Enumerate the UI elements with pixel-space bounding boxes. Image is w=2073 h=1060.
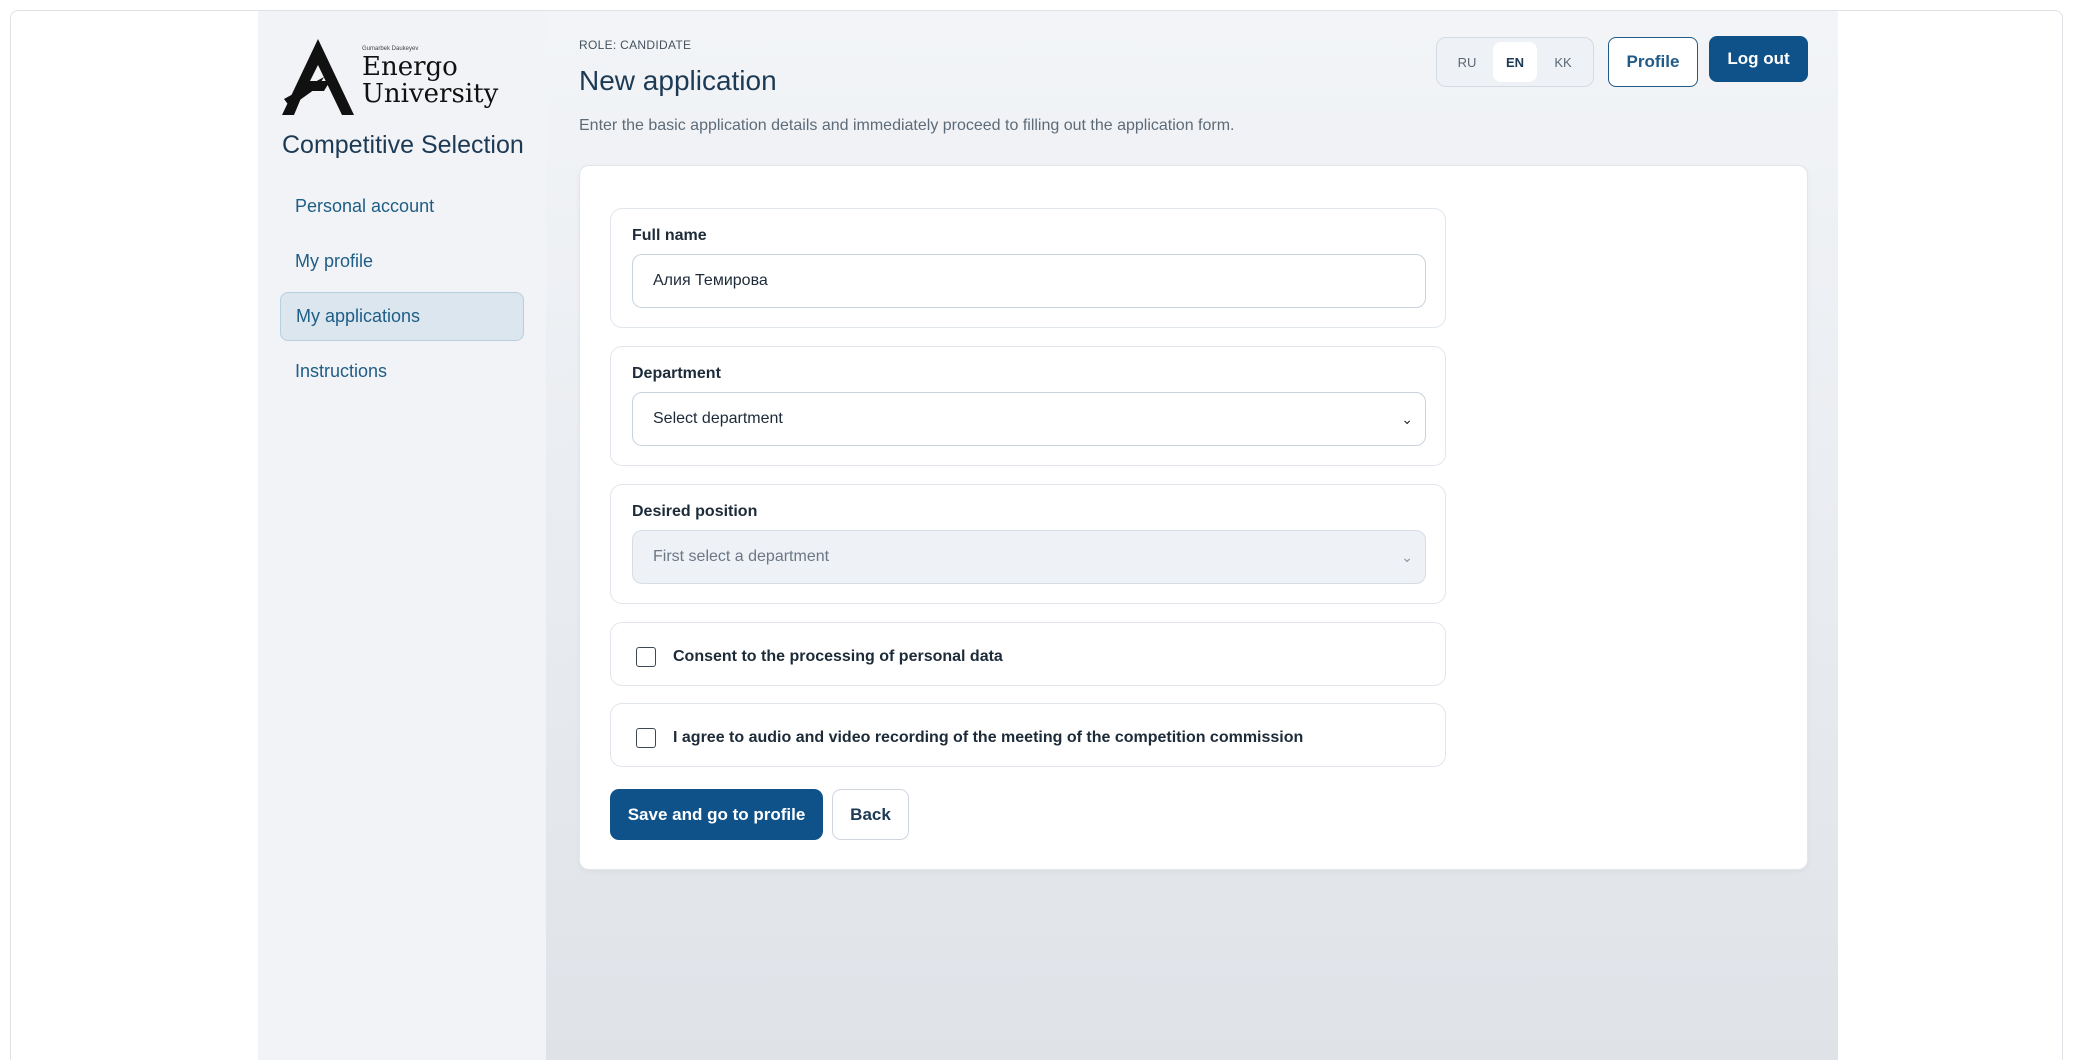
university-logo[interactable]: Gumarbek Daukeyev Energo University: [280, 37, 524, 117]
lang-kk-button[interactable]: KK: [1541, 42, 1585, 82]
full-name-group: Full name Алия Темирова: [610, 208, 1446, 328]
save-and-go-to-profile-button[interactable]: Save and go to profile: [610, 789, 823, 840]
page-subtitle: Enter the basic application details and …: [579, 117, 1235, 134]
consent-personal-data-group: Consent to the processing of personal da…: [610, 622, 1446, 686]
consent-recording-checkbox[interactable]: [636, 728, 656, 748]
consent-recording-label[interactable]: I agree to audio and video recording of …: [673, 729, 1303, 747]
sidebar-item-my-profile[interactable]: My profile: [280, 237, 524, 286]
position-group: Desired position First select a departme…: [610, 484, 1446, 604]
back-button[interactable]: Back: [832, 789, 909, 840]
sidebar-item-instructions[interactable]: Instructions: [280, 347, 524, 396]
department-group: Department Select department ⌄: [610, 346, 1446, 466]
application-form-card: Full name Алия Темирова Department Selec…: [579, 165, 1808, 870]
consent-personal-data-row: Consent to the processing of personal da…: [636, 647, 1003, 667]
page-title: New application: [579, 65, 777, 96]
chevron-down-icon: ⌄: [1401, 548, 1413, 565]
sidebar: Gumarbek Daukeyev Energo University Comp…: [258, 11, 546, 1060]
lang-ru-button[interactable]: RU: [1445, 42, 1489, 82]
chevron-down-icon: ⌄: [1401, 410, 1413, 427]
logo-line-1: Energo: [362, 52, 458, 82]
sidebar-item-my-applications[interactable]: My applications: [280, 292, 524, 341]
logout-button[interactable]: Log out: [1709, 36, 1808, 82]
full-name-label: Full name: [632, 227, 707, 244]
sidebar-item-personal-account[interactable]: Personal account: [280, 182, 524, 231]
lang-en-button[interactable]: EN: [1493, 42, 1537, 82]
department-select-value: Select department: [653, 410, 783, 427]
main-content: ROLE: CANDIDATE New application Enter th…: [546, 11, 1838, 1060]
position-label: Desired position: [632, 503, 758, 520]
consent-recording-row: I agree to audio and video recording of …: [636, 728, 1303, 748]
consent-personal-data-checkbox[interactable]: [636, 647, 656, 667]
department-label: Department: [632, 365, 721, 382]
language-switcher: RU EN KK: [1436, 37, 1594, 87]
sidebar-nav: Personal account My profile My applicati…: [280, 182, 524, 396]
logo-line-2: University: [362, 79, 499, 109]
logo-text: Gumarbek Daukeyev Energo University: [362, 46, 498, 108]
full-name-input[interactable]: Алия Темирова: [632, 254, 1426, 308]
position-select-value: First select a department: [653, 548, 830, 565]
position-select[interactable]: First select a department ⌄: [632, 530, 1426, 584]
consent-personal-data-label[interactable]: Consent to the processing of personal da…: [673, 648, 1003, 666]
consent-recording-group: I agree to audio and video recording of …: [610, 703, 1446, 767]
energo-university-logo-icon: [282, 39, 354, 115]
profile-button[interactable]: Profile: [1608, 37, 1698, 87]
sidebar-title: Competitive Selection: [282, 131, 524, 159]
role-label: ROLE: CANDIDATE: [579, 38, 692, 52]
department-select[interactable]: Select department ⌄: [632, 392, 1426, 446]
